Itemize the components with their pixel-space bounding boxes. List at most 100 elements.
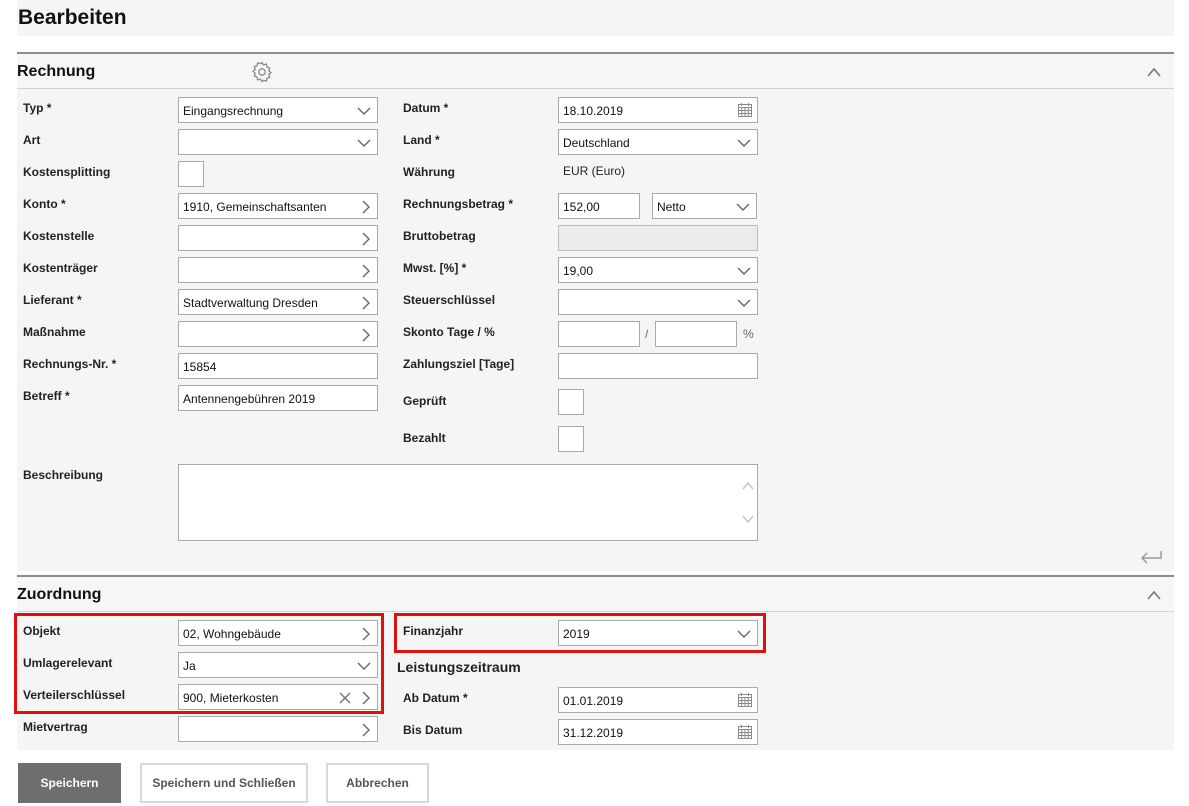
ab-datum-value: 01.01.2019: [563, 694, 624, 708]
konto-field[interactable]: 1910, Gemeinschaftsanten: [178, 193, 378, 219]
zuordnung-section-header[interactable]: Zuordnung: [17, 575, 1174, 612]
chevron-down-icon: [737, 267, 751, 275]
kostenstelle-field[interactable]: [178, 225, 378, 251]
objekt-label: Objekt: [23, 624, 61, 638]
zahlungsziel-input[interactable]: [558, 353, 758, 379]
finanzjahr-select[interactable]: 2019: [558, 620, 758, 646]
kostenstelle-label: Kostenstelle: [23, 229, 95, 243]
betreff-label: Betreff *: [23, 389, 70, 403]
mwst-value: 19,00: [563, 264, 594, 278]
chevron-right-icon[interactable]: [361, 328, 370, 342]
betrag-mode-value: Netto: [657, 200, 686, 214]
rechnungsbetrag-value: 152,00: [563, 200, 600, 214]
calendar-icon[interactable]: [737, 692, 753, 708]
betreff-input[interactable]: Antennengebühren 2019: [178, 385, 378, 411]
chevron-up-icon[interactable]: [1146, 589, 1162, 601]
mietvertrag-label: Mietvertrag: [23, 720, 88, 734]
kostensplitting-checkbox[interactable]: [178, 161, 204, 187]
calendar-icon[interactable]: [737, 724, 753, 740]
typ-select[interactable]: Eingangsrechnung: [178, 97, 378, 123]
bezahlt-checkbox[interactable]: [558, 426, 584, 452]
massnahme-field[interactable]: [178, 321, 378, 347]
rechnungs-nr-input[interactable]: 15854: [178, 353, 378, 379]
chevron-right-icon[interactable]: [361, 296, 370, 310]
page-title: Bearbeiten: [18, 6, 127, 29]
typ-label: Typ *: [23, 101, 52, 115]
calendar-icon[interactable]: [737, 102, 753, 118]
rechnungs-nr-label: Rechnungs-Nr. *: [23, 357, 117, 371]
kostensplitting-label: Kostensplitting: [23, 165, 111, 179]
gear-icon[interactable]: [250, 60, 274, 84]
kostentraeger-label: Kostenträger: [23, 261, 98, 275]
objekt-value: 02, Wohngebäude: [183, 627, 281, 641]
skonto-tage-input[interactable]: [558, 321, 640, 347]
chevron-right-icon[interactable]: [361, 627, 370, 641]
chevron-up-icon[interactable]: [1146, 66, 1162, 78]
rechnung-section-title: Rechnung: [17, 63, 96, 80]
return-icon[interactable]: [1139, 548, 1163, 566]
umlagerelevant-select[interactable]: Ja: [178, 652, 378, 678]
save-and-close-button[interactable]: Speichern und Schließen: [140, 763, 308, 803]
lieferant-field[interactable]: Stadtverwaltung Dresden: [178, 289, 378, 315]
finanzjahr-value: 2019: [563, 627, 590, 641]
waehrung-label: Währung: [403, 165, 455, 179]
objekt-field[interactable]: 02, Wohngebäude: [178, 620, 378, 646]
rechnung-section-header[interactable]: Rechnung: [17, 52, 1174, 89]
rechnungsbetrag-input[interactable]: 152,00: [558, 193, 640, 219]
finanzjahr-label: Finanzjahr: [403, 624, 464, 638]
art-select[interactable]: [178, 129, 378, 155]
massnahme-label: Maßnahme: [23, 325, 86, 339]
scroll-down-icon[interactable]: [742, 514, 754, 524]
bis-datum-value: 31.12.2019: [563, 726, 624, 740]
bis-datum-input[interactable]: 31.12.2019: [558, 719, 758, 745]
mietvertrag-field[interactable]: [178, 716, 378, 742]
scroll-up-icon[interactable]: [742, 481, 754, 491]
waehrung-value: EUR (Euro): [563, 164, 626, 178]
datum-input[interactable]: 18.10.2019: [558, 97, 758, 123]
chevron-right-icon[interactable]: [361, 723, 370, 737]
land-label: Land *: [403, 133, 440, 147]
chevron-down-icon: [737, 630, 751, 638]
chevron-down-icon: [357, 107, 371, 115]
verteilerschluessel-field[interactable]: 900, Mieterkosten: [178, 684, 378, 710]
beschreibung-label: Beschreibung: [23, 468, 104, 482]
chevron-down-icon: [357, 662, 371, 670]
geprueft-checkbox[interactable]: [558, 389, 584, 415]
leistungszeitraum-heading: Leistungszeitraum: [397, 659, 521, 675]
skonto-unit: %: [743, 327, 754, 341]
lieferant-label: Lieferant *: [23, 293, 82, 307]
rechnungs-nr-value: 15854: [183, 360, 217, 374]
chevron-down-icon: [737, 139, 751, 147]
bezahlt-label: Bezahlt: [403, 431, 446, 445]
chevron-right-icon[interactable]: [361, 232, 370, 246]
datum-value: 18.10.2019: [563, 104, 624, 118]
bis-datum-label: Bis Datum: [403, 723, 463, 737]
konto-value: 1910, Gemeinschaftsanten: [183, 200, 327, 214]
chevron-right-icon[interactable]: [361, 264, 370, 278]
art-label: Art: [23, 133, 41, 147]
skonto-label: Skonto Tage / %: [403, 325, 495, 339]
mwst-select[interactable]: 19,00: [558, 257, 758, 283]
clear-icon[interactable]: [339, 692, 351, 704]
mwst-label: Mwst. [%] *: [403, 261, 467, 275]
umlagerelevant-label: Umlagerelevant: [23, 656, 113, 670]
steuerschluessel-select[interactable]: [558, 289, 758, 315]
konto-label: Konto *: [23, 197, 66, 211]
skonto-prozent-input[interactable]: [655, 321, 737, 347]
steuerschluessel-label: Steuerschlüssel: [403, 293, 496, 307]
land-select[interactable]: Deutschland: [558, 129, 758, 155]
chevron-down-icon: [736, 203, 750, 211]
ab-datum-input[interactable]: 01.01.2019: [558, 687, 758, 713]
chevron-right-icon[interactable]: [361, 200, 370, 214]
zuordnung-section-title: Zuordnung: [17, 586, 102, 603]
betrag-mode-select[interactable]: Netto: [652, 193, 757, 219]
geprueft-label: Geprüft: [403, 394, 447, 408]
verteilerschluessel-label: Verteilerschlüssel: [23, 688, 126, 702]
kostentraeger-field[interactable]: [178, 257, 378, 283]
land-value: Deutschland: [563, 136, 630, 150]
chevron-down-icon: [737, 299, 751, 307]
beschreibung-textarea[interactable]: [178, 464, 758, 541]
cancel-button[interactable]: Abbrechen: [326, 763, 429, 803]
save-button[interactable]: Speichern: [18, 763, 121, 803]
chevron-right-icon[interactable]: [361, 691, 370, 705]
